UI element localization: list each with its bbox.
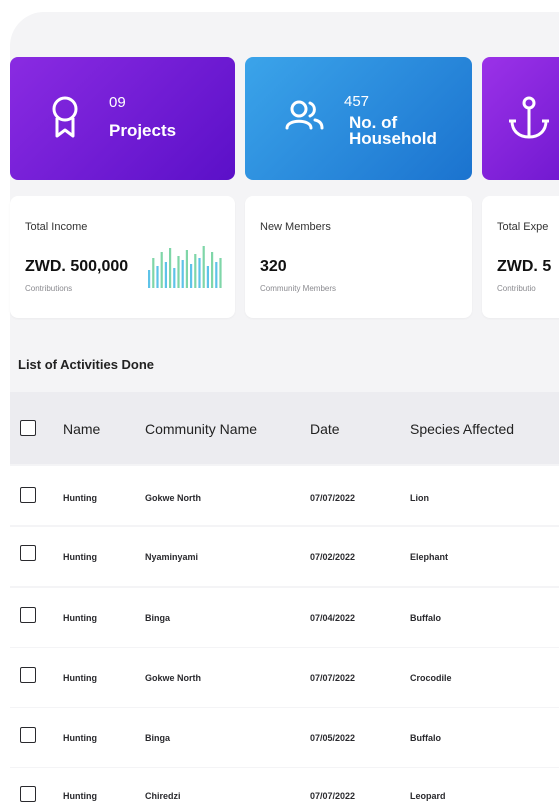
row-name: Hunting (63, 673, 97, 683)
projects-count: 09 (109, 94, 126, 111)
row-name: Hunting (63, 791, 97, 801)
household-count: 457 (344, 93, 370, 110)
row-community: Binga (145, 733, 171, 743)
projects-label: Projects (109, 121, 177, 140)
row-species: Leopard (410, 791, 446, 801)
third-summary-card[interactable] (482, 57, 559, 180)
income-sparkline-chart (148, 246, 222, 288)
row-name: Hunting (63, 493, 97, 503)
new-members-value: 320 (260, 258, 287, 275)
total-income-value: ZWD. 500,000 (25, 258, 129, 275)
sparkline-bar (198, 258, 201, 288)
row-community: Gokwe North (145, 493, 202, 503)
row-date: 07/02/2022 (310, 552, 356, 562)
row-date: 07/07/2022 (310, 493, 356, 503)
sparkline-bar (219, 258, 222, 288)
sparkline-bar (164, 262, 167, 288)
sparkline-bar (152, 258, 155, 288)
new-members-card: New Members 320 Community Members (245, 196, 472, 318)
row-checkbox[interactable] (20, 545, 36, 561)
total-expenses-value: ZWD. 5 (497, 258, 552, 275)
row-community: Gokwe North (145, 673, 202, 683)
row-name: Hunting (63, 613, 97, 623)
dashboard-screen: 09 Projects 457 No. of Household Total I… (0, 0, 559, 810)
row-community: Chiredzi (145, 791, 181, 801)
household-card[interactable]: 457 No. of Household (245, 57, 472, 180)
table-row[interactable] (10, 768, 559, 810)
column-header-date[interactable]: Date (310, 421, 340, 437)
sparkline-bar (169, 248, 172, 288)
sparkline-bar (211, 252, 214, 288)
row-community: Nyaminyami (145, 552, 199, 562)
column-header-name[interactable]: Name (63, 421, 100, 437)
sparkline-bar (156, 266, 159, 288)
new-members-title: New Members (260, 221, 331, 233)
sparkline-bar (185, 250, 188, 288)
row-species: Crocodile (410, 673, 452, 683)
household-label-line1: No. of (349, 113, 398, 132)
award-ribbon-icon (52, 96, 78, 138)
row-checkbox[interactable] (20, 607, 36, 623)
total-expenses-subtitle: Contributio (497, 284, 536, 293)
row-date: 07/07/2022 (310, 673, 356, 683)
sparkline-bar (173, 268, 176, 288)
new-members-subtitle: Community Members (260, 284, 337, 293)
row-name: Hunting (63, 733, 97, 743)
sparkline-bar (190, 264, 193, 288)
row-species: Buffalo (410, 733, 441, 743)
activities-section-title: List of Activities Done (18, 357, 155, 372)
sparkline-bar (202, 246, 205, 288)
sparkline-bar (181, 260, 184, 288)
sparkline-bar (148, 270, 151, 288)
total-income-subtitle: Contributions (25, 284, 73, 293)
column-header-species[interactable]: Species Affected (410, 421, 514, 437)
anchor-icon (509, 96, 549, 139)
row-checkbox[interactable] (20, 727, 36, 743)
projects-card[interactable]: 09 Projects (10, 57, 235, 180)
row-name: Hunting (63, 552, 97, 562)
row-date: 07/07/2022 (310, 791, 356, 801)
sparkline-bar (194, 254, 197, 288)
select-all-checkbox[interactable] (20, 420, 36, 436)
row-species: Elephant (410, 552, 449, 562)
row-species: Buffalo (410, 613, 441, 623)
row-community: Binga (145, 613, 171, 623)
household-label-line2: Household (349, 129, 437, 148)
column-header-community[interactable]: Community Name (145, 421, 257, 437)
sparkline-bar (215, 262, 218, 288)
row-checkbox[interactable] (20, 667, 36, 683)
total-income-title: Total Income (25, 221, 88, 233)
total-expenses-card: Total Expe ZWD. 5 Contributio (482, 196, 559, 318)
row-species: Lion (410, 493, 429, 503)
sparkline-bar (160, 252, 163, 288)
row-checkbox[interactable] (20, 487, 36, 503)
row-date: 07/05/2022 (310, 733, 356, 743)
sparkline-bar (206, 266, 209, 288)
users-icon (285, 100, 324, 130)
sparkline-bar (177, 256, 180, 288)
row-date: 07/04/2022 (310, 613, 356, 623)
row-checkbox[interactable] (20, 786, 36, 802)
total-expenses-title: Total Expe (497, 221, 549, 233)
